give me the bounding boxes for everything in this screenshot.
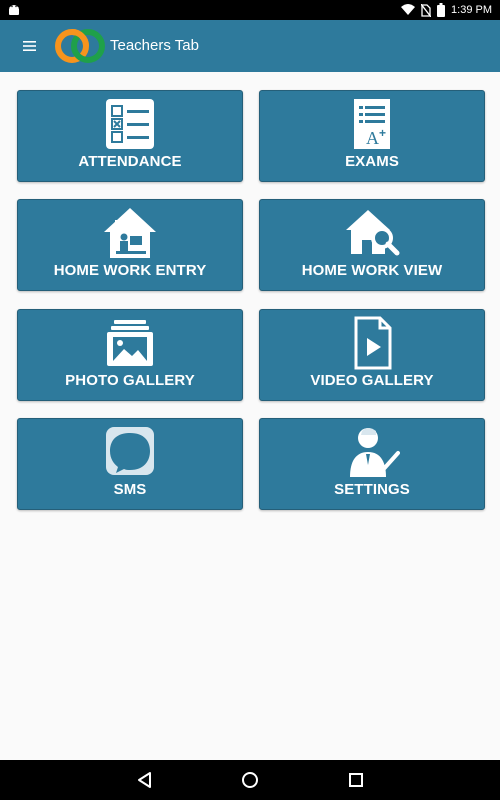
tile-attendance[interactable]: ATTENDANCE	[17, 90, 243, 182]
tile-settings[interactable]: SETTINGS	[259, 418, 485, 510]
no-sim-icon	[421, 3, 432, 17]
tile-label: HOME WORK VIEW	[301, 262, 443, 279]
android-icon	[9, 5, 19, 15]
tile-exams[interactable]: A + EXAMS	[259, 90, 485, 182]
tile-photo-gallery[interactable]: PHOTO GALLERY	[17, 309, 243, 401]
tile-label: EXAMS	[345, 153, 399, 170]
app-bar: Teachers Tab	[0, 20, 500, 72]
photo-album-icon	[107, 320, 153, 366]
tile-label: VIDEO GALLERY	[310, 372, 434, 389]
wifi-icon	[401, 4, 416, 15]
svg-text:A: A	[366, 128, 379, 148]
tile-sms[interactable]: SMS	[17, 418, 243, 510]
status-bar: 1:39 PM	[0, 0, 500, 20]
recents-icon[interactable]	[346, 770, 366, 790]
tile-video-gallery[interactable]: VIDEO GALLERY	[259, 309, 485, 401]
checklist-icon	[106, 99, 154, 149]
tile-home-work-entry[interactable]: HOME WORK ENTRY	[17, 199, 243, 291]
tile-home-work-view[interactable]: HOME WORK VIEW	[259, 199, 485, 291]
app-title: Teachers Tab	[110, 37, 199, 54]
hamburger-menu-icon[interactable]	[22, 38, 38, 54]
battery-icon	[437, 3, 446, 17]
svg-text:+: +	[379, 126, 386, 140]
tile-label: PHOTO GALLERY	[65, 372, 195, 389]
navigation-bar	[0, 760, 500, 800]
exam-paper-icon: A +	[354, 99, 390, 149]
tile-label: SMS	[113, 481, 147, 498]
home-icon[interactable]	[240, 770, 260, 790]
status-icons: 1:39 PM	[401, 0, 492, 20]
tile-label: SETTINGS	[334, 481, 410, 498]
status-time: 1:39 PM	[451, 4, 492, 16]
video-file-icon	[354, 316, 392, 370]
home-study-icon	[104, 208, 156, 258]
app-logo	[55, 29, 105, 63]
chat-bubble-icon	[106, 427, 154, 475]
home-search-icon	[346, 210, 400, 256]
tile-label: ATTENDANCE	[78, 153, 182, 170]
tile-label: HOME WORK ENTRY	[53, 262, 207, 279]
back-icon[interactable]	[135, 770, 155, 790]
user-check-icon	[350, 428, 400, 477]
